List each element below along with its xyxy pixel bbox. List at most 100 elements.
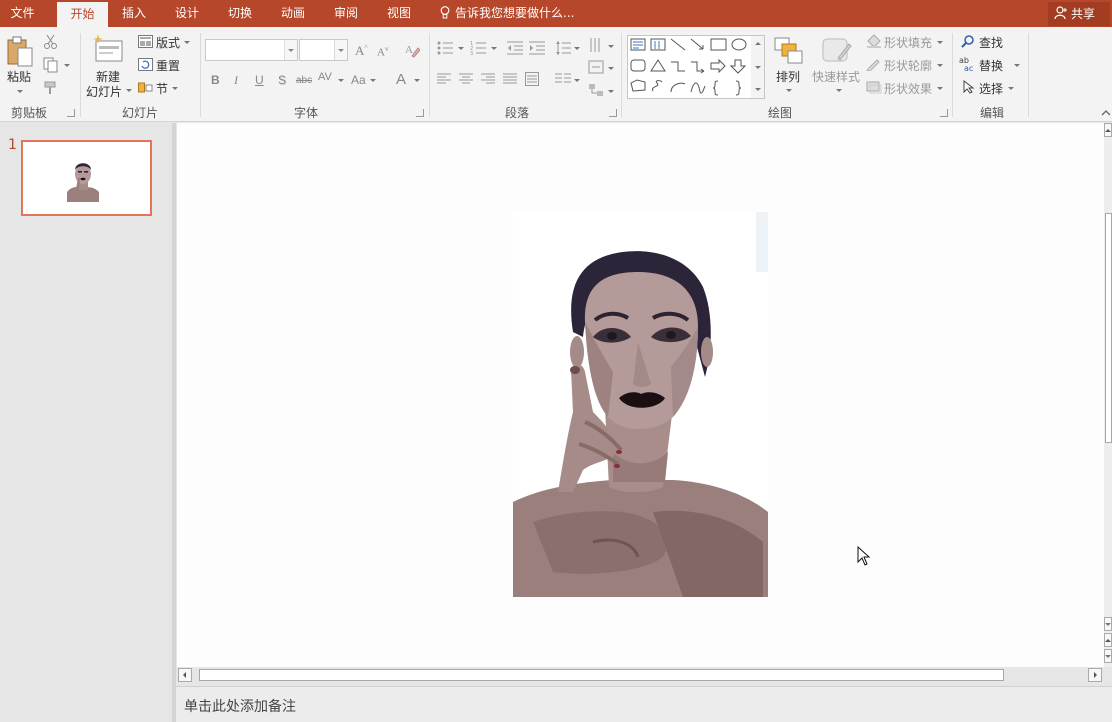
align-right-icon[interactable] [481,73,495,85]
numbering-dropdown-arrow[interactable] [491,47,497,50]
pencil-icon[interactable] [866,57,882,71]
section-button-label[interactable]: 节 [156,80,168,97]
font-size-dropdown-arrow[interactable] [334,40,347,60]
clipboard-dialog-launcher[interactable] [67,109,75,117]
numbering-icon[interactable]: 123 [470,41,486,55]
quick-styles-icon[interactable] [820,36,852,66]
paragraph-dialog-launcher[interactable] [609,109,617,117]
text-direction-dropdown-arrow[interactable] [608,45,614,48]
new-slide-label-line2[interactable]: 幻灯片 [86,83,122,100]
shapes-gallery-items[interactable] [628,36,752,98]
vertical-scrollbar[interactable] [1104,123,1112,667]
paste-button-label[interactable]: 粘贴 [7,68,31,85]
text-shadow-icon[interactable]: S [278,73,286,87]
distributed-icon[interactable] [525,72,539,86]
shape-effects-button-label[interactable]: 形状效果 [884,80,932,97]
font-color-icon[interactable]: A [396,71,406,88]
tab-home[interactable]: 开始 [57,2,108,27]
align-text-dropdown-arrow[interactable] [608,67,614,70]
clear-formatting-icon[interactable]: A [404,42,420,58]
scroll-up-button[interactable] [1104,123,1112,137]
slide-portrait-image[interactable] [513,212,768,597]
notes-pane[interactable]: 单击此处添加备注 [176,686,1112,722]
underline-icon[interactable]: U [255,73,264,87]
tab-review[interactable]: 审阅 [324,0,368,27]
shapes-gallery[interactable] [627,35,752,99]
tab-transitions[interactable]: 切换 [218,0,262,27]
decrease-font-size-icon[interactable]: Av [377,45,388,59]
bullets-icon[interactable] [437,41,453,55]
collapse-ribbon-icon[interactable] [1101,109,1111,117]
italic-icon[interactable]: I [234,73,238,88]
tab-design[interactable]: 设计 [165,0,209,27]
align-text-icon[interactable] [588,60,604,74]
paste-dropdown-arrow[interactable] [17,90,23,93]
gallery-scroll-up-arrow[interactable] [755,42,761,45]
copy-icon[interactable] [43,57,59,73]
font-dialog-launcher[interactable] [416,109,424,117]
slide-thumbnail[interactable] [21,140,152,216]
section-dropdown-arrow[interactable] [172,87,178,90]
replace-icon[interactable]: abac [959,56,977,72]
scroll-left-button[interactable] [178,668,192,682]
font-name-combo[interactable] [205,39,298,61]
bold-icon[interactable]: B [211,73,220,87]
font-size-combo[interactable] [299,39,348,61]
arrange-dropdown-arrow[interactable] [786,89,792,92]
vertical-scroll-thumb[interactable] [1105,213,1112,443]
find-button-label[interactable]: 查找 [979,34,1003,51]
change-case-dropdown-arrow[interactable] [370,79,376,82]
tab-view[interactable]: 视图 [377,0,421,27]
tell-me-search[interactable]: 告诉我您想要做什么... [440,0,574,27]
columns-dropdown-arrow[interactable] [574,79,580,82]
slide-editing-area[interactable] [177,123,1104,667]
section-icon[interactable] [138,81,153,94]
shape-outline-button-label[interactable]: 形状轮廓 [884,57,932,74]
horizontal-scrollbar[interactable] [177,667,1104,683]
smartart-dropdown-arrow[interactable] [608,90,614,93]
paste-icon[interactable] [6,36,34,68]
select-cursor-icon[interactable] [963,80,975,94]
columns-icon[interactable] [555,72,571,86]
increase-indent-icon[interactable] [529,41,545,55]
gallery-more-arrow[interactable] [755,88,761,91]
select-button-label[interactable]: 选择 [979,80,1003,97]
scroll-down-button[interactable] [1104,617,1112,631]
shape-effects-dropdown-arrow[interactable] [937,87,943,90]
align-left-icon[interactable] [437,73,451,85]
find-magnifier-icon[interactable] [961,35,975,49]
previous-slide-button[interactable] [1104,633,1112,647]
quick-styles-button-label[interactable]: 快速样式 [812,68,860,85]
replace-dropdown-arrow[interactable] [1014,64,1020,67]
copy-dropdown-arrow[interactable] [64,64,70,67]
next-slide-button[interactable] [1104,649,1112,663]
replace-button-label[interactable]: 替换 [979,57,1003,74]
font-color-dropdown-arrow[interactable] [414,79,420,82]
arrange-button-label[interactable]: 排列 [776,68,800,85]
character-spacing-icon[interactable]: AV [318,71,332,83]
drawing-dialog-launcher[interactable] [940,109,948,117]
tab-insert[interactable]: 插入 [112,0,156,27]
pane-divider[interactable] [172,123,176,722]
line-spacing-dropdown-arrow[interactable] [574,47,580,50]
shape-effects-icon[interactable] [866,80,882,94]
tab-file[interactable]: 文件 [0,0,45,27]
shape-fill-button-label[interactable]: 形状填充 [884,34,932,51]
layout-button-label[interactable]: 版式 [156,34,180,51]
layout-dropdown-arrow[interactable] [184,41,190,44]
decrease-indent-icon[interactable] [507,41,523,55]
text-direction-icon[interactable] [588,37,604,53]
shape-outline-dropdown-arrow[interactable] [937,64,943,67]
cut-icon[interactable] [43,34,59,50]
line-spacing-icon[interactable] [555,40,571,56]
character-spacing-dropdown-arrow[interactable] [338,79,344,82]
gallery-scroll-down-arrow[interactable] [755,66,761,69]
new-slide-dropdown-arrow[interactable] [126,89,132,92]
select-dropdown-arrow[interactable] [1008,87,1014,90]
change-case-icon[interactable]: Aa [351,73,366,87]
bullets-dropdown-arrow[interactable] [458,47,464,50]
shape-fill-dropdown-arrow[interactable] [937,41,943,44]
reset-slide-icon[interactable] [138,58,153,71]
tab-animations[interactable]: 动画 [271,0,315,27]
strikethrough-icon[interactable]: abc [296,75,312,86]
